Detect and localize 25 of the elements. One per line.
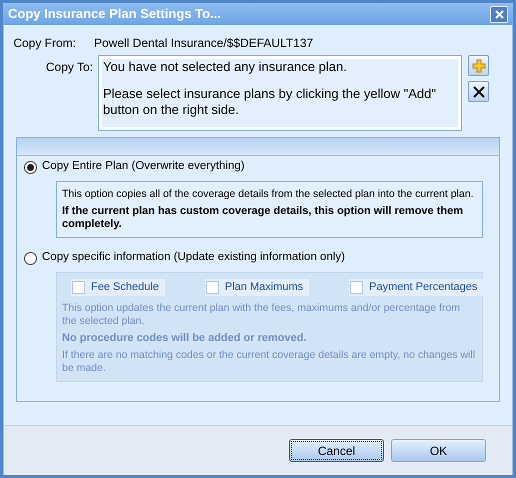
close-icon (472, 84, 486, 98)
checkbox-label: Fee Schedule (91, 280, 159, 296)
close-button[interactable] (490, 6, 508, 22)
list-message: You have not selected any insurance plan. (103, 59, 348, 75)
add-button[interactable] (468, 55, 489, 76)
copy-from-value: Powell Dental Insurance/$$DEFAULT137 (94, 35, 314, 52)
dialog-button[interactable]: OK (391, 439, 486, 462)
option-description: This option updates the current plan with the fees, maximums and/or percentage from the selected plan. (62, 302, 462, 328)
remove-button[interactable] (468, 81, 489, 102)
option-description: No procedure codes will be added or removed. (62, 332, 308, 345)
checkbox-label: Plan Maximums (224, 280, 304, 296)
option-description: This option copies all of the coverage details from the selected plan into the current plan. (62, 188, 474, 201)
radio-button[interactable] (24, 160, 37, 174)
option-description: If there are no matching codes or the current coverage details are empty, no changes will be made. (62, 349, 476, 375)
copy-to-list[interactable]: You have not selected any insurance plan. Please select insurance plans by clicking the yellow "Add" button on the right side. (98, 55, 462, 131)
dialog-button[interactable]: Cancel (289, 439, 384, 462)
window-title: Copy Insurance Plan Settings To... (8, 5, 221, 24)
close-icon (494, 10, 504, 18)
checkbox-label: Payment Percentages (369, 280, 478, 296)
plus-icon (472, 58, 486, 72)
copy-from-label: Copy From: (12, 35, 77, 52)
option-label[interactable]: Copy Entire Plan (Overwrite everything) (42, 158, 245, 176)
copy-to-label: Copy To: (44, 59, 94, 76)
option-description: If the current plan has custom coverage details, this option will remove them completely. (62, 205, 464, 231)
list-message: Please select insurance plans by clicking the yellow "Add" button on the right side. (103, 86, 437, 118)
